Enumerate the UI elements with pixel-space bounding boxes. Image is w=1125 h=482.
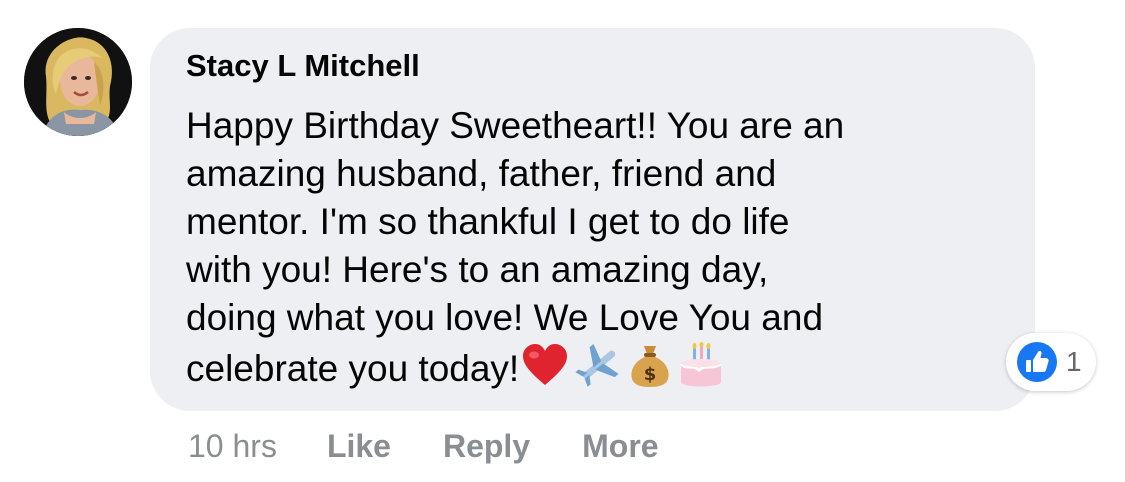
comment-line: mentor. I'm so thankful I get to do life (186, 201, 790, 242)
comment-bubble: Stacy L Mitchell Happy Birthday Sweethea… (150, 28, 1035, 411)
reply-button[interactable]: Reply (443, 428, 530, 465)
comment-text: Happy Birthday Sweetheart!! You are an a… (186, 102, 1006, 393)
red-heart-icon (523, 344, 568, 385)
profile-photo (24, 28, 132, 136)
money-bag-icon: $ (631, 346, 669, 387)
svg-text:$: $ (644, 364, 657, 385)
avatar[interactable] (24, 28, 132, 136)
like-thumb-icon (1017, 342, 1057, 382)
comment-line: with you! Here's to an amazing day, (186, 249, 769, 290)
comment-author[interactable]: Stacy L Mitchell (186, 48, 420, 84)
comment-line: amazing husband, father, friend and (186, 153, 777, 194)
reaction-badge[interactable]: 1 (1006, 333, 1096, 391)
comment-last-line: celebrate you today! $ (186, 342, 1006, 393)
emoji-group: $ (521, 342, 725, 388)
birthday-cake-icon (680, 342, 722, 387)
timestamp[interactable]: 10 hrs (188, 428, 277, 465)
like-button[interactable]: Like (327, 428, 391, 465)
more-button[interactable]: More (582, 428, 658, 465)
airplane-icon (575, 344, 619, 387)
comment-line: doing what you love! We Love You and (186, 297, 824, 338)
reaction-count: 1 (1066, 346, 1082, 377)
comment-line: celebrate you today! (186, 348, 520, 389)
comment-actions: 10 hrs Like Reply More (188, 426, 711, 466)
comment-line: Happy Birthday Sweetheart!! You are an (186, 105, 845, 146)
